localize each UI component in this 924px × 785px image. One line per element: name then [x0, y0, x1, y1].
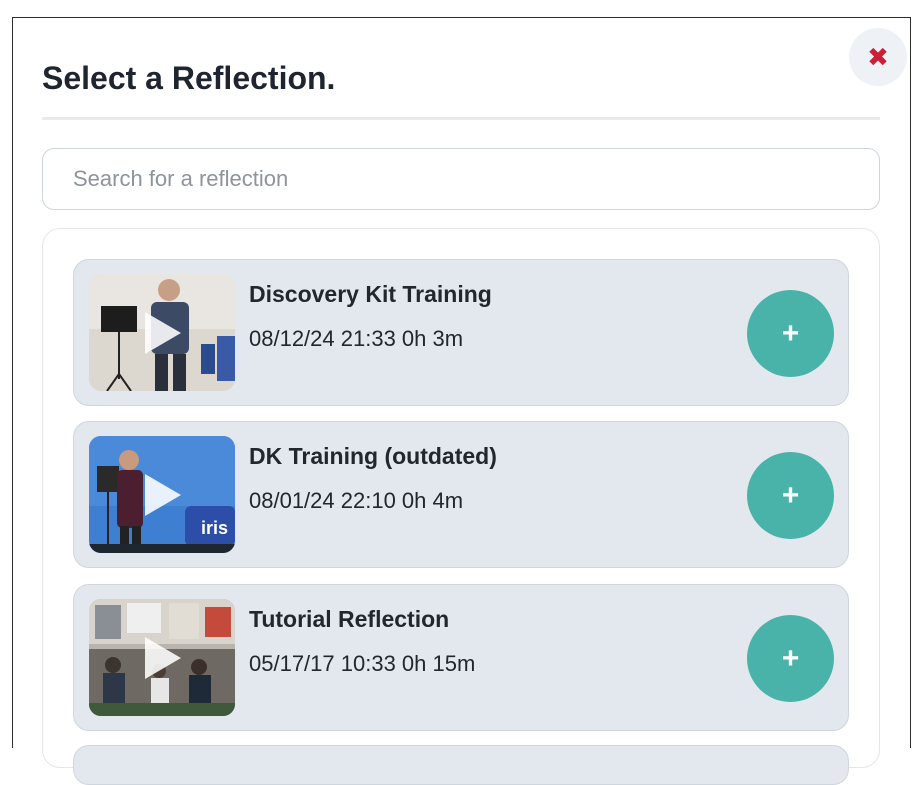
reflection-meta: 05/17/17 10:33 0h 15m — [249, 651, 476, 676]
search-input[interactable] — [42, 148, 880, 210]
video-thumbnail[interactable] — [89, 599, 235, 716]
plus-icon: + — [781, 641, 800, 675]
reflection-title: DK Training (outdated) — [249, 443, 497, 469]
reflection-meta: 08/01/24 22:10 0h 4m — [249, 488, 464, 513]
reflection-card[interactable]: Tutorial Reflection 05/17/17 10:33 0h 15… — [73, 584, 849, 731]
title-divider — [42, 117, 880, 120]
close-x-icon: ✖ — [867, 42, 889, 72]
reflection-meta: 08/12/24 21:33 0h 3m — [249, 326, 464, 351]
reflection-title: Discovery Kit Training — [249, 281, 492, 307]
iris-brand-text: iris — [201, 518, 228, 538]
reflection-card[interactable]: Discovery Kit Training 08/12/24 21:33 0h… — [73, 259, 849, 406]
add-reflection-button[interactable]: + — [747, 290, 834, 377]
plus-icon: + — [781, 478, 800, 512]
add-reflection-button[interactable]: + — [747, 452, 834, 539]
close-button[interactable]: ✖ — [849, 28, 907, 86]
reflection-card[interactable]: iris DK Training (outdated) 08/01/24 22:… — [73, 421, 849, 568]
video-thumbnail[interactable] — [89, 274, 235, 391]
plus-icon: + — [781, 316, 800, 350]
reflection-card-partial[interactable] — [73, 745, 849, 785]
modal-title: Select a Reflection. — [42, 60, 336, 96]
video-thumbnail[interactable]: iris — [89, 436, 235, 553]
add-reflection-button[interactable]: + — [747, 615, 834, 702]
reflection-title: Tutorial Reflection — [249, 606, 450, 632]
